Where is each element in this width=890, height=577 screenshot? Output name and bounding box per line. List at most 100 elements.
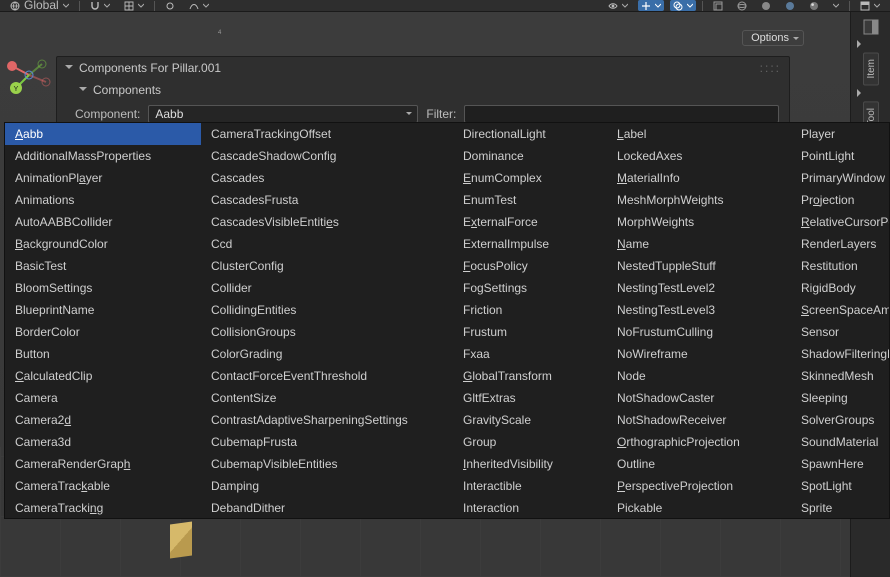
shading-rendered[interactable]: [805, 0, 823, 11]
dropdown-item[interactable]: MaterialInfo: [607, 167, 791, 189]
visibility-dropdown[interactable]: [604, 0, 632, 11]
dropdown-item[interactable]: SolverGroups: [791, 409, 890, 431]
dropdown-item[interactable]: NestedTuppleStuff: [607, 255, 791, 277]
dropdown-item[interactable]: ExternalForce: [453, 211, 607, 233]
scene-object-cube[interactable]: [170, 521, 192, 558]
dropdown-item[interactable]: Damping: [201, 475, 453, 497]
dropdown-item[interactable]: LockedAxes: [607, 145, 791, 167]
dropdown-item[interactable]: BasicTest: [5, 255, 201, 277]
dropdown-item[interactable]: SpotLight: [791, 475, 890, 497]
dropdown-item[interactable]: NotShadowCaster: [607, 387, 791, 409]
dropdown-item[interactable]: Aabb: [5, 123, 201, 145]
xray-toggle[interactable]: [709, 0, 727, 11]
dropdown-item[interactable]: CameraRenderGraph: [5, 453, 201, 475]
dropdown-item[interactable]: CameraTrackingOffset: [201, 123, 453, 145]
dropdown-item[interactable]: SoundMaterial: [791, 431, 890, 453]
dropdown-item[interactable]: ContactForceEventThreshold: [201, 365, 453, 387]
dropdown-item[interactable]: AutoAABBCollider: [5, 211, 201, 233]
dropdown-item[interactable]: SpawnHere: [791, 453, 890, 475]
expand-triangle-icon[interactable]: [857, 40, 865, 48]
dropdown-item[interactable]: Fxaa: [453, 343, 607, 365]
dropdown-item[interactable]: MorphWeights: [607, 211, 791, 233]
dropdown-item[interactable]: FogSettings: [453, 277, 607, 299]
shading-material[interactable]: [781, 0, 799, 11]
dropdown-item[interactable]: CollisionGroups: [201, 321, 453, 343]
dropdown-item[interactable]: Outline: [607, 453, 791, 475]
dropdown-item[interactable]: GlobalTransform: [453, 365, 607, 387]
dropdown-item[interactable]: NestingTestLevel3: [607, 299, 791, 321]
drag-grip-icon[interactable]: ::::: [760, 61, 781, 75]
dropdown-item[interactable]: Animations: [5, 189, 201, 211]
dropdown-item[interactable]: GravityScale: [453, 409, 607, 431]
dropdown-item[interactable]: Camera2d: [5, 409, 201, 431]
dropdown-item[interactable]: RigidBody: [791, 277, 890, 299]
dropdown-item[interactable]: Frustum: [453, 321, 607, 343]
dropdown-item[interactable]: CubemapFrusta: [201, 431, 453, 453]
dropdown-item[interactable]: Restitution: [791, 255, 890, 277]
dropdown-item[interactable]: SkinnedMesh: [791, 365, 890, 387]
dropdown-item[interactable]: Name: [607, 233, 791, 255]
dropdown-item[interactable]: ExternalImpulse: [453, 233, 607, 255]
dropdown-item[interactable]: DirectionalLight: [453, 123, 607, 145]
dropdown-item[interactable]: NestingTestLevel2: [607, 277, 791, 299]
dropdown-item[interactable]: EnumComplex: [453, 167, 607, 189]
dropdown-item[interactable]: PerspectiveProjection: [607, 475, 791, 497]
dropdown-item[interactable]: Interaction: [453, 497, 607, 519]
dock-tab-item[interactable]: Item: [863, 52, 879, 85]
dropdown-item[interactable]: Node: [607, 365, 791, 387]
dropdown-item[interactable]: NoWireframe: [607, 343, 791, 365]
coord-space-dropdown[interactable]: Global: [6, 0, 73, 11]
panel-header[interactable]: Components For Pillar.001 ::::: [57, 57, 789, 79]
dropdown-item[interactable]: AdditionalMassProperties: [5, 145, 201, 167]
gizmo-dropdown[interactable]: [638, 0, 664, 11]
dropdown-item[interactable]: ScreenSpaceAmbi: [791, 299, 890, 321]
dropdown-item[interactable]: Friction: [453, 299, 607, 321]
dropdown-item[interactable]: Group: [453, 431, 607, 453]
dropdown-item[interactable]: InheritedVisibility: [453, 453, 607, 475]
dropdown-item[interactable]: BlueprintName: [5, 299, 201, 321]
dropdown-item[interactable]: ContentSize: [201, 387, 453, 409]
shading-solid[interactable]: [757, 0, 775, 11]
dropdown-item[interactable]: RelativeCursorPos: [791, 211, 890, 233]
dropdown-item[interactable]: Sleeping: [791, 387, 890, 409]
dropdown-item[interactable]: Sensor: [791, 321, 890, 343]
dropdown-item[interactable]: Collider: [201, 277, 453, 299]
editor-type-dropdown[interactable]: [856, 0, 884, 11]
dropdown-item[interactable]: CollidingEntities: [201, 299, 453, 321]
axis-gizmo[interactable]: Y: [6, 52, 52, 98]
proportional-falloff-dropdown[interactable]: [185, 0, 213, 11]
proportional-edit-toggle[interactable]: [161, 0, 179, 11]
dropdown-item[interactable]: ShadowFilteringM: [791, 343, 890, 365]
filter-input[interactable]: [464, 105, 779, 123]
component-dropdown-list[interactable]: AabbAdditionalMassPropertiesAnimationPla…: [4, 122, 890, 519]
dropdown-item[interactable]: Sprite: [791, 497, 890, 519]
dropdown-item[interactable]: CubemapVisibleEntities: [201, 453, 453, 475]
dropdown-item[interactable]: Cascades: [201, 167, 453, 189]
dropdown-item[interactable]: FocusPolicy: [453, 255, 607, 277]
overlays-dropdown[interactable]: [670, 0, 696, 11]
dropdown-item[interactable]: BloomSettings: [5, 277, 201, 299]
dropdown-item[interactable]: GltfExtras: [453, 387, 607, 409]
dropdown-item[interactable]: CameraTracking: [5, 497, 201, 519]
dropdown-item[interactable]: AnimationPlayer: [5, 167, 201, 189]
dock-panel-icon[interactable]: [862, 18, 880, 36]
dropdown-item[interactable]: CascadesVisibleEntities: [201, 211, 453, 233]
dropdown-item[interactable]: Button: [5, 343, 201, 365]
dropdown-item[interactable]: CascadesFrusta: [201, 189, 453, 211]
dropdown-item[interactable]: Interactible: [453, 475, 607, 497]
dropdown-item[interactable]: PrimaryWindow: [791, 167, 890, 189]
dropdown-item[interactable]: BackgroundColor: [5, 233, 201, 255]
dropdown-item[interactable]: PointLight: [791, 145, 890, 167]
dropdown-item[interactable]: NoFrustumCulling: [607, 321, 791, 343]
snap-type-dropdown[interactable]: [120, 0, 148, 11]
dropdown-item[interactable]: ContrastAdaptiveSharpeningSettings: [201, 409, 453, 431]
options-dropdown[interactable]: Options: [742, 30, 804, 46]
dropdown-item[interactable]: Projection: [791, 189, 890, 211]
shading-wireframe[interactable]: [733, 0, 751, 11]
dropdown-item[interactable]: ColorGrading: [201, 343, 453, 365]
dropdown-item[interactable]: BorderColor: [5, 321, 201, 343]
dropdown-item[interactable]: NotShadowReceiver: [607, 409, 791, 431]
dropdown-item[interactable]: Pickable: [607, 497, 791, 519]
dropdown-item[interactable]: RenderLayers: [791, 233, 890, 255]
dropdown-item[interactable]: CameraTrackable: [5, 475, 201, 497]
